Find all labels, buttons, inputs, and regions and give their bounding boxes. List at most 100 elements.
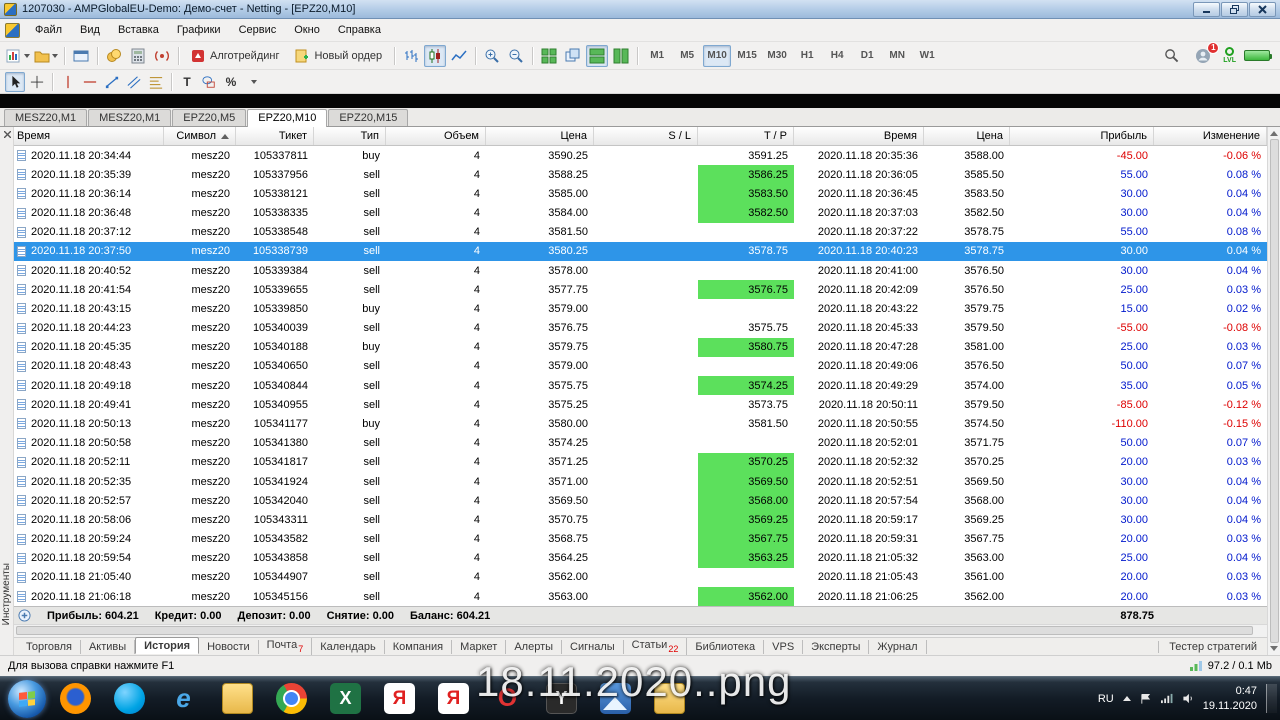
show-desktop-button[interactable] xyxy=(1266,684,1277,713)
calculator-button[interactable] xyxy=(127,45,149,67)
table-row[interactable]: 2020.11.18 20:52:11 mesz20 105341817 sell 4 3… xyxy=(14,452,1267,472)
table-row[interactable]: 2020.11.18 20:35:39 mesz20 105337956 sell 4 3… xyxy=(14,165,1267,185)
taskbar-folder-2-icon[interactable] xyxy=(654,683,685,714)
table-row[interactable]: 2020.11.18 21:06:18 mesz20 105345156 sell 4 3… xyxy=(14,586,1267,606)
menu-Вставка[interactable]: Вставка xyxy=(109,21,168,39)
toolbox-side-label[interactable]: Инструменты xyxy=(1,563,12,625)
tab-Новости[interactable]: Новости xyxy=(199,639,259,654)
candle-chart-mode-button[interactable] xyxy=(424,44,447,67)
menu-Окно[interactable]: Окно xyxy=(285,21,329,39)
column-header-3[interactable]: Тип xyxy=(314,127,386,145)
action-center-flag-icon[interactable] xyxy=(1140,693,1151,705)
table-row[interactable]: 2020.11.18 20:48:43 mesz20 105340650 sell 4 3… xyxy=(14,356,1267,377)
table-row[interactable]: 2020.11.18 20:49:18 mesz20 105340844 sell 4 3… xyxy=(14,376,1267,396)
tab-Эксперты[interactable]: Эксперты xyxy=(803,639,870,654)
timeframe-M10[interactable]: M10 xyxy=(703,44,732,67)
timeframe-M1[interactable]: M1 xyxy=(643,45,671,67)
cascade-windows-button[interactable] xyxy=(562,45,584,67)
tab-VPS[interactable]: VPS xyxy=(764,639,804,654)
taskbar-excel-icon[interactable]: X xyxy=(330,683,361,714)
tile-windows-button[interactable] xyxy=(538,45,560,67)
chart-tab-EPZ20,M10[interactable]: EPZ20,M10 xyxy=(247,109,328,127)
channel-tool-button[interactable] xyxy=(124,72,144,92)
notifications-button[interactable]: 1 xyxy=(1192,41,1220,67)
table-row[interactable]: 2020.11.18 20:37:12 mesz20 105338548 sell 4 3… xyxy=(14,222,1267,242)
restore-button[interactable] xyxy=(1221,1,1248,17)
column-header-6[interactable]: S / L xyxy=(594,127,698,145)
column-header-1[interactable]: Символ xyxy=(164,127,236,145)
more-tools-button[interactable] xyxy=(243,72,263,92)
table-row[interactable]: 2020.11.18 20:58:06 mesz20 105343311 sell 4 3… xyxy=(14,510,1267,530)
tab-Календарь[interactable]: Календарь xyxy=(312,639,385,654)
taskbar-folder-icon[interactable] xyxy=(222,683,253,714)
vertical-scrollbar[interactable] xyxy=(1267,127,1280,655)
taskbar-gallery-icon[interactable] xyxy=(600,683,631,714)
tile-horizontal-button[interactable] xyxy=(586,44,609,67)
tab-История[interactable]: История xyxy=(135,637,200,654)
tab-Торговля[interactable]: Торговля xyxy=(18,639,81,654)
network-icon[interactable] xyxy=(1160,693,1173,704)
zoom-out-button[interactable] xyxy=(505,45,527,67)
table-row[interactable]: 2020.11.18 20:49:41 mesz20 105340955 sell 4 3… xyxy=(14,395,1267,415)
horizontal-scrollbar-thumb[interactable] xyxy=(16,626,1253,635)
fibonacci-tool-button[interactable] xyxy=(146,72,166,92)
table-row[interactable]: 2020.11.18 20:37:50 mesz20 105338739 sell 4 3… xyxy=(14,241,1267,262)
new-order-button[interactable]: Новый ордер xyxy=(288,45,389,67)
menu-Сервис[interactable]: Сервис xyxy=(230,21,286,39)
table-row[interactable]: 2020.11.18 20:59:24 mesz20 105343582 sell 4 3… xyxy=(14,529,1267,549)
vertical-scrollbar-thumb[interactable] xyxy=(1269,139,1279,643)
tab-Компания[interactable]: Компания xyxy=(385,639,453,654)
chart-tab-EPZ20,M15[interactable]: EPZ20,M15 xyxy=(328,109,409,126)
column-header-2[interactable]: Тикет xyxy=(236,127,314,145)
chart-tab-MESZ20,M1[interactable]: MESZ20,M1 xyxy=(4,109,88,126)
table-row[interactable]: 2020.11.18 20:45:35 mesz20 105340188 buy 4 35… xyxy=(14,337,1267,357)
table-row[interactable]: 2020.11.18 20:34:44 mesz20 105337811 buy 4 35… xyxy=(14,146,1267,166)
horizontal-line-tool-button[interactable] xyxy=(80,72,100,92)
percent-tool-button[interactable]: % xyxy=(221,72,241,92)
zoom-in-button[interactable] xyxy=(481,45,503,67)
volume-icon[interactable] xyxy=(1182,693,1194,704)
table-row[interactable]: 2020.11.18 20:43:15 mesz20 105339850 buy 4 35… xyxy=(14,299,1267,319)
strategy-tester-label[interactable]: Тестер стратегий xyxy=(1158,640,1267,653)
vertical-line-tool-button[interactable] xyxy=(58,72,78,92)
timeframe-MN[interactable]: MN xyxy=(883,45,911,67)
deposit-button[interactable] xyxy=(103,45,125,67)
column-header-9[interactable]: Цена xyxy=(924,127,1010,145)
taskbar-y-browser-icon[interactable]: Y xyxy=(546,683,577,714)
tile-vertical-button[interactable] xyxy=(610,45,632,67)
timeframe-M5[interactable]: M5 xyxy=(673,45,701,67)
timeframe-H1[interactable]: H1 xyxy=(793,45,821,67)
taskbar-skype-icon[interactable] xyxy=(114,683,145,714)
table-row[interactable]: 2020.11.18 20:36:48 mesz20 105338335 sell 4 3… xyxy=(14,203,1267,223)
data-window-button[interactable] xyxy=(70,45,92,67)
column-header-4[interactable]: Объем xyxy=(386,127,486,145)
scroll-down-arrow-icon[interactable] xyxy=(1270,646,1278,651)
tab-Статьи[interactable]: Статьи22 xyxy=(624,638,688,655)
taskbar-yandex-browser-icon[interactable]: Я xyxy=(384,683,415,714)
table-row[interactable]: 2020.11.18 20:59:54 mesz20 105343858 sell 4 3… xyxy=(14,548,1267,568)
minimize-button[interactable] xyxy=(1193,1,1220,17)
algo-trading-button[interactable]: Алготрейдинг xyxy=(184,45,286,67)
tab-Сигналы[interactable]: Сигналы xyxy=(562,639,624,654)
table-row[interactable]: 2020.11.18 20:50:13 mesz20 105341177 buy 4 35… xyxy=(14,414,1267,434)
chart-tab-MESZ20,M1[interactable]: MESZ20,M1 xyxy=(88,109,172,126)
shapes-tool-button[interactable] xyxy=(199,72,219,92)
menu-Графики[interactable]: Графики xyxy=(168,21,230,39)
column-header-7[interactable]: T / P xyxy=(698,127,794,145)
hidden-icons-chevron-icon[interactable] xyxy=(1122,696,1131,701)
table-row[interactable]: 2020.11.18 20:52:57 mesz20 105342040 sell 4 3… xyxy=(14,491,1267,511)
tab-Журнал[interactable]: Журнал xyxy=(869,639,927,654)
lvl-indicator[interactable]: LVL xyxy=(1223,47,1236,64)
tab-Маркет[interactable]: Маркет xyxy=(452,639,507,654)
taskbar-firefox-icon[interactable] xyxy=(60,683,91,714)
cursor-tool-button[interactable] xyxy=(5,71,25,92)
taskbar-yandex-browser-2-icon[interactable]: Я xyxy=(438,683,469,714)
menu-Файл[interactable]: Файл xyxy=(26,21,71,39)
table-row[interactable]: 2020.11.18 21:05:40 mesz20 105344907 sell 4 3… xyxy=(14,567,1267,587)
taskbar-opera-icon[interactable]: O xyxy=(492,683,523,714)
tab-Библиотека[interactable]: Библиотека xyxy=(687,639,765,654)
tab-Почта[interactable]: Почта7 xyxy=(259,638,313,655)
table-row[interactable]: 2020.11.18 20:52:35 mesz20 105341924 sell 4 3… xyxy=(14,471,1267,492)
language-indicator[interactable]: RU xyxy=(1098,693,1114,705)
taskbar-ie-icon[interactable]: e xyxy=(168,683,199,714)
